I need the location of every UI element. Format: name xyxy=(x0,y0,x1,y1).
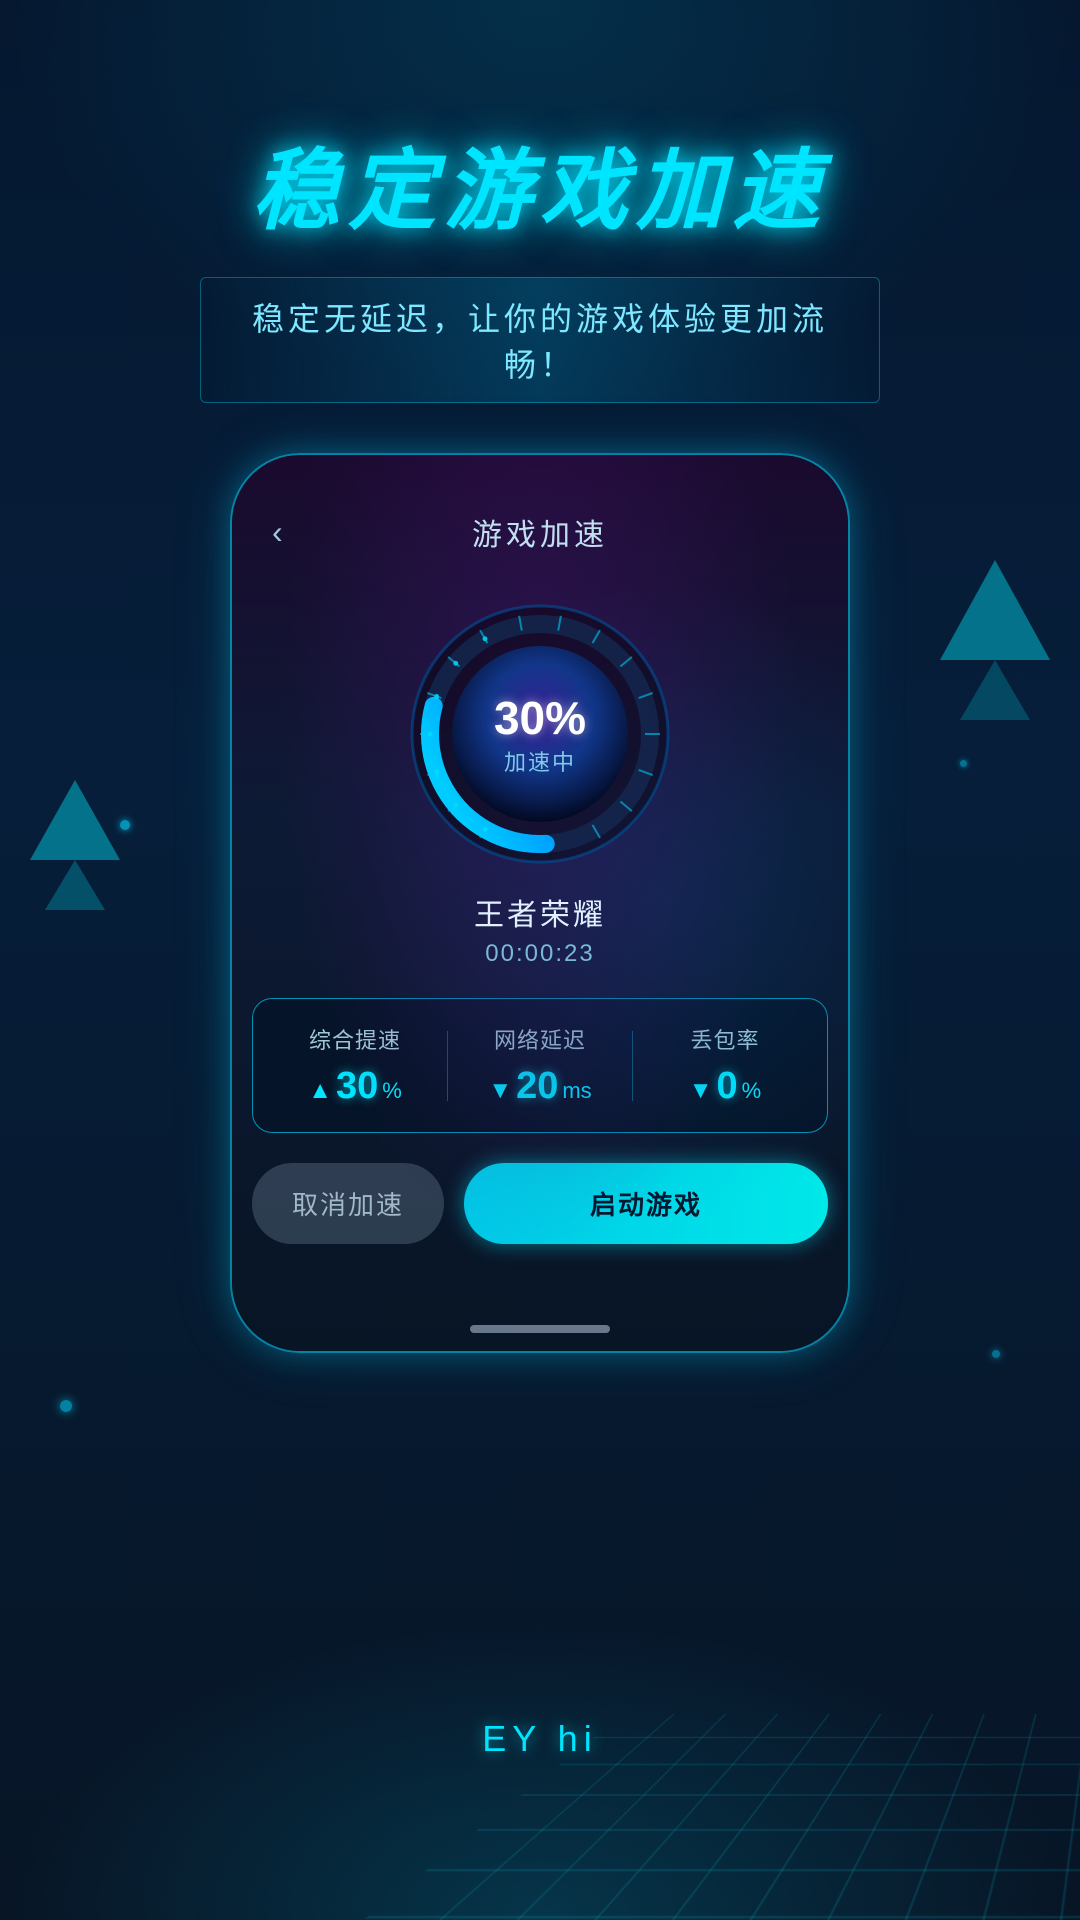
glow-dot-4 xyxy=(992,1350,1000,1358)
subtitle-text: 稳定无延迟，让你的游戏体验更加流畅！ xyxy=(231,294,849,386)
speedometer: 30% 加速中 xyxy=(400,594,680,874)
left-arrow-decoration xyxy=(30,780,120,860)
phone-screen-title: 游戏加速 xyxy=(472,510,608,554)
game-name: 王者荣耀 xyxy=(474,890,606,934)
phone-screen: ‹ 游戏加速 xyxy=(232,455,848,1351)
glow-dot-2 xyxy=(960,760,967,767)
glow-dot-3 xyxy=(60,1400,72,1412)
phone-header: ‹ 游戏加速 xyxy=(232,455,848,574)
speed-center: 30% 加速中 xyxy=(494,691,586,777)
phone-home-indicator xyxy=(470,1325,610,1333)
back-button[interactable]: ‹ xyxy=(272,514,283,551)
speed-percentage: 30% xyxy=(494,691,586,745)
bg-glow-bottom xyxy=(0,1620,1080,1920)
subtitle-bar: 稳定无延迟，让你的游戏体验更加流畅！ xyxy=(200,277,880,403)
phone-frame: ‹ 游戏加速 xyxy=(230,453,850,1353)
bottom-section: EY hi xyxy=(0,1718,1080,1760)
phone-wrapper: ‹ 游戏加速 xyxy=(230,453,850,1353)
header-section: 稳定游戏加速 稳定无延迟，让你的游戏体验更加流畅！ xyxy=(0,0,1080,403)
speedometer-container: 30% 加速中 王者荣耀 00:00:23 xyxy=(232,594,848,968)
glow-dot-1 xyxy=(120,820,130,830)
right-arrow-decoration xyxy=(940,560,1050,660)
grid-lines-bg xyxy=(0,1640,1080,1920)
feature-text: EY hi xyxy=(0,1718,1080,1760)
game-timer: 00:00:23 xyxy=(485,940,594,968)
main-title: 稳定游戏加速 xyxy=(0,120,1080,247)
speed-status-label: 加速中 xyxy=(494,745,586,777)
